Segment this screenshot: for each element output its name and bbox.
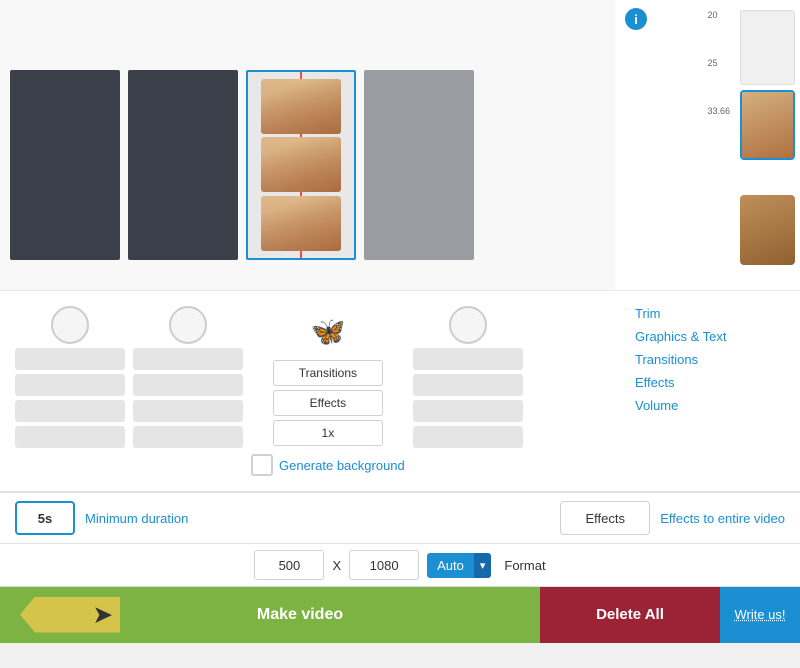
format-label: Format [504, 558, 545, 573]
duration-box[interactable]: 5s [15, 501, 75, 535]
thumb-photo-1[interactable] [740, 90, 795, 160]
effects-entire-label: Effects to entire video [660, 511, 785, 526]
slot-bar-1d [15, 426, 125, 448]
slot-bar-1b [15, 374, 125, 396]
nav-transitions[interactable]: Transitions [635, 352, 785, 367]
clip-slot-4 [413, 306, 523, 448]
slot-bar-2a [133, 348, 243, 370]
photo-thumb-1 [261, 79, 341, 134]
ruler-mark-3366: 33.66 [707, 106, 730, 116]
clip-dark-1[interactable] [10, 70, 120, 260]
slot-bar-4a [413, 348, 523, 370]
ruler-mark-20: 20 [707, 10, 730, 20]
clip-slot-1 [15, 306, 125, 448]
min-duration-label: Minimum duration [85, 511, 550, 526]
clip-slot-2 [133, 306, 243, 448]
nav-effects[interactable]: Effects [635, 375, 785, 390]
slot-bar-4d [413, 426, 523, 448]
effects-btn[interactable]: Effects [560, 501, 650, 535]
butterfly-icon: 🦋 [303, 306, 353, 356]
ruler-mark-25: 25 [707, 58, 730, 68]
auto-dropdown-button[interactable]: ▾ [474, 553, 492, 578]
photo-inner-2 [261, 137, 341, 192]
thumb-photo-2-inner [740, 195, 795, 265]
info-icon-label: i [634, 12, 638, 27]
slot-circle-2 [169, 306, 207, 344]
slot-bar-2d [133, 426, 243, 448]
slot-bar-2c [133, 400, 243, 422]
slot-circle-1 [51, 306, 89, 344]
thumb-photo-1-inner [742, 92, 793, 158]
width-input[interactable] [254, 550, 324, 580]
nav-volume[interactable]: Volume [635, 398, 785, 413]
transitions-button[interactable]: Transitions [273, 360, 383, 386]
make-video-button[interactable]: ➤ Make video [0, 587, 540, 643]
height-input[interactable] [349, 550, 419, 580]
effects-button[interactable]: Effects [273, 390, 383, 416]
photo-thumb-2 [261, 137, 341, 192]
slot-bar-1c [15, 400, 125, 422]
slot-bar-1a [15, 348, 125, 370]
timeline-section: i 20 25 33.66 [0, 0, 800, 290]
format-row: X Auto ▾ Format [0, 543, 800, 586]
right-side-panel: i 20 25 33.66 [615, 0, 800, 290]
auto-btn-group: Auto ▾ [427, 553, 491, 578]
slot-circle-4 [449, 306, 487, 344]
bottom-strip: 5s Minimum duration Effects Effects to e… [0, 491, 800, 586]
slot-bar-2b [133, 374, 243, 396]
generate-bg-row: Generate background [251, 454, 405, 476]
ruler-container: 20 25 33.66 [707, 10, 730, 154]
editing-section: 🦋 Transitions Effects 1x Generate backgr… [0, 290, 800, 491]
right-nav: Trim Graphics & Text Transitions Effects… [625, 306, 785, 476]
duration-effects-row: 5s Minimum duration Effects Effects to e… [0, 492, 800, 543]
clip-dark-3[interactable] [364, 70, 474, 260]
clip-preview-selected[interactable] [246, 70, 356, 260]
left-clips: 🦋 Transitions Effects 1x Generate backgr… [15, 306, 625, 476]
clips-container [0, 0, 615, 290]
photo-inner-3 [261, 196, 341, 251]
arrow-decoration: ➤ [20, 597, 120, 633]
speed-button[interactable]: 1x [273, 420, 383, 446]
action-bar: ➤ Make video Delete All Write us! [0, 586, 800, 642]
slot-bar-4b [413, 374, 523, 396]
info-icon[interactable]: i [625, 8, 647, 30]
nav-trim[interactable]: Trim [635, 306, 785, 321]
clip-slot-active: 🦋 Transitions Effects 1x Generate backgr… [251, 306, 405, 476]
photo-inner-1 [261, 79, 341, 134]
photo-thumb-3 [261, 196, 341, 251]
nav-graphics-text[interactable]: Graphics & Text [635, 329, 785, 344]
delete-all-button[interactable]: Delete All [540, 587, 720, 643]
format-x-label: X [332, 558, 341, 573]
slot-bar-4c [413, 400, 523, 422]
thumb-photo-2[interactable] [740, 195, 795, 265]
write-us-button[interactable]: Write us! [720, 587, 800, 643]
auto-button[interactable]: Auto [427, 553, 474, 578]
arrow-right-icon: ➤ [94, 602, 112, 628]
generate-bg-checkbox[interactable] [251, 454, 273, 476]
clip-dark-2[interactable] [128, 70, 238, 260]
generate-bg-link[interactable]: Generate background [279, 458, 405, 473]
thumb-blank [740, 10, 795, 85]
